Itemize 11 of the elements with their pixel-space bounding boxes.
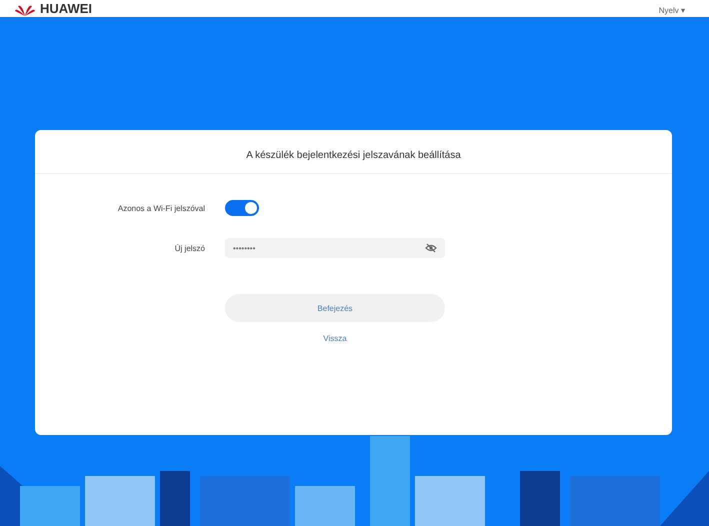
language-menu[interactable]: Nyelv ▾ [658, 6, 685, 16]
brand-name: HUAWEI [40, 2, 92, 16]
back-link[interactable]: Vissza [323, 334, 347, 343]
flower-logo-icon [14, 4, 36, 16]
card-title: A készülék bejelentkezési jelszavának beállítása [35, 130, 672, 174]
toggle-label: Azonos a Wi-Fi jelszóval [116, 204, 206, 212]
field-label: Új jelszó [174, 244, 206, 252]
finish-button[interactable]: Befejezés [225, 294, 445, 322]
password-field[interactable]: •••••••• [225, 238, 445, 258]
toggle-switch[interactable] [225, 200, 259, 216]
hidden-eye-icon[interactable] [425, 243, 437, 253]
